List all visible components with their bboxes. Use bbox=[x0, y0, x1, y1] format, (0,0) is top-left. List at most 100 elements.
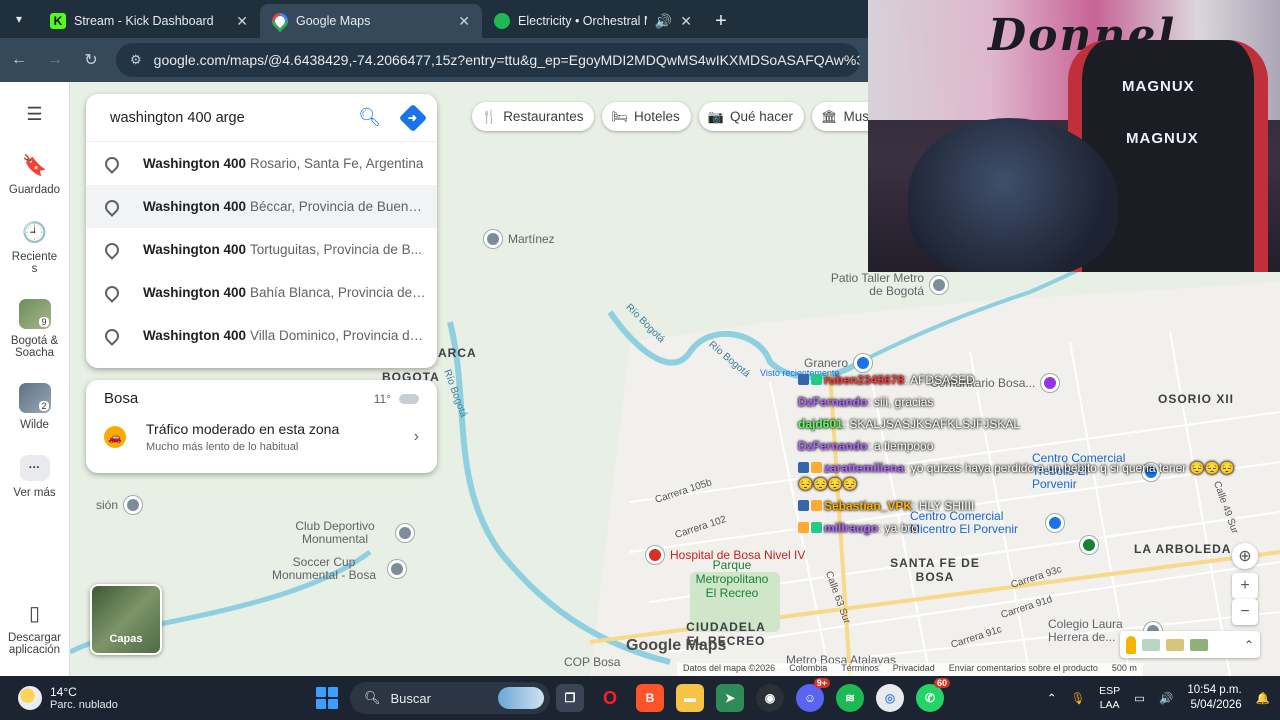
taskbar-search[interactable]: 🔍︎ Buscar bbox=[350, 682, 550, 714]
place-pin-icon bbox=[484, 230, 502, 248]
lang-bottom: LAA bbox=[1099, 699, 1120, 711]
badge-icon bbox=[811, 522, 822, 533]
chat-username: DzFernando bbox=[798, 439, 868, 453]
rail-download-app[interactable]: ▯ Descargar aplicación bbox=[0, 601, 70, 656]
place-pin-icon bbox=[104, 328, 116, 344]
close-icon[interactable]: ✕ bbox=[680, 13, 692, 30]
search-row: 🔍︎ ➜ bbox=[86, 94, 437, 142]
zoom-out-button[interactable]: − bbox=[1232, 599, 1258, 625]
temperature: 11° bbox=[373, 391, 391, 406]
network-icon[interactable]: ▭ bbox=[1134, 691, 1145, 705]
rail-saved[interactable]: 🔖 Guardado bbox=[0, 153, 70, 196]
whatsapp-icon[interactable]: ✆ 60 bbox=[916, 678, 950, 712]
chat-message: dajd601: SKALJSASJKSAFKLSJFJSKAL bbox=[798, 416, 1238, 432]
directions-icon[interactable]: ➜ bbox=[398, 103, 428, 132]
map-type-thumbnail[interactable] bbox=[1166, 638, 1184, 651]
search-icon[interactable]: 🔍︎ bbox=[358, 107, 381, 128]
poi-martinez[interactable]: Martínez bbox=[484, 230, 555, 248]
back-icon[interactable]: ← bbox=[8, 51, 30, 69]
menu-icon[interactable]: ☰ bbox=[26, 104, 42, 125]
rail-recents[interactable]: 🕘 Recientes bbox=[10, 220, 60, 275]
chip-hotels[interactable]: 🛏 Hoteles bbox=[602, 102, 691, 131]
terms-link[interactable]: Términos bbox=[841, 663, 879, 676]
chevron-up-icon[interactable]: ⌃ bbox=[1244, 638, 1254, 652]
suggestion-item[interactable]: Washington 400 Béccar, Provincia de Bueno… bbox=[86, 185, 437, 228]
street-view-pegman-icon[interactable] bbox=[1126, 635, 1136, 654]
hospital-icon bbox=[646, 546, 664, 564]
traffic-row[interactable]: 🚗 Tráfico moderado en esta zona Mucho má… bbox=[86, 407, 437, 453]
tab-kick[interactable]: K Stream - Kick Dashboard ✕ bbox=[38, 4, 260, 38]
rail-bogota[interactable]: 9 Bogotá & Soacha bbox=[0, 299, 70, 359]
poi-soccer-cup[interactable]: Soccer Cup Monumental - Bosa bbox=[266, 556, 406, 582]
clock[interactable]: 10:54 p.m. 5/04/2026 bbox=[1187, 683, 1241, 713]
address-bar[interactable]: ⚙ google.com/maps/@4.6438429,-74.2066477… bbox=[116, 43, 860, 77]
suggestion-main: Washington 400 bbox=[143, 285, 247, 300]
chip-things-to-do[interactable]: 📷 Qué hacer bbox=[698, 102, 805, 131]
poi-patio-taller[interactable]: Patio Taller Metro de Bogotá bbox=[824, 272, 948, 298]
suggestion-item[interactable]: Washington 400 Rosario, Santa Fe, Argenti… bbox=[86, 142, 437, 185]
my-location-icon[interactable]: ⊕ bbox=[1232, 543, 1258, 569]
chat-message: Sebastian_VPK: HLY SHIIII bbox=[798, 498, 1238, 514]
spotify-icon[interactable]: ≋ bbox=[836, 684, 864, 712]
suggestion-main: Washington 400 bbox=[143, 242, 247, 257]
close-icon[interactable]: ✕ bbox=[458, 13, 470, 30]
reload-icon[interactable]: ↻ bbox=[80, 50, 102, 70]
suggestion-item[interactable]: Washington 400 Tortuguitas, Provincia de … bbox=[86, 228, 437, 271]
tab-google-maps[interactable]: Google Maps ✕ bbox=[260, 4, 482, 38]
site-settings-icon[interactable]: ⚙ bbox=[130, 52, 142, 68]
place-pin-icon bbox=[104, 156, 116, 172]
map-type-thumbnail[interactable] bbox=[1190, 638, 1208, 651]
opera-icon[interactable]: O bbox=[596, 684, 624, 712]
new-tab-button[interactable]: + bbox=[704, 4, 738, 38]
weather-text: 14°C Parc. nublado bbox=[50, 685, 118, 711]
chat-text: : AFDSASED bbox=[904, 373, 975, 387]
tab-spotify[interactable]: Electricity • Orchestral Manc 🔊 ✕ bbox=[482, 4, 704, 38]
fork-knife-icon: 🍴 bbox=[481, 108, 498, 124]
chevron-up-icon[interactable]: ⌃ bbox=[1047, 691, 1057, 705]
rail-wilde[interactable]: 2 Wilde bbox=[0, 383, 70, 431]
region-link[interactable]: Colombia bbox=[789, 663, 827, 676]
scale-label: 500 m bbox=[1111, 663, 1137, 673]
discord-icon[interactable]: ☺ 9+ bbox=[796, 678, 830, 712]
suggestion-detail: Bahía Blanca, Provincia de ... bbox=[250, 285, 427, 300]
chevron-right-icon[interactable]: › bbox=[414, 428, 419, 446]
brave-icon[interactable]: B bbox=[636, 684, 664, 712]
chrome-icon[interactable]: ◎ bbox=[876, 684, 904, 712]
tab-search-menu-icon[interactable]: ▾ bbox=[0, 0, 38, 38]
badge-icon bbox=[811, 374, 822, 385]
url-text: google.com/maps/@4.6438429,-74.2066477,1… bbox=[153, 52, 860, 68]
windows-start-icon[interactable] bbox=[316, 687, 338, 709]
task-view-icon[interactable]: ❐ bbox=[556, 684, 584, 712]
forward-icon[interactable]: → bbox=[44, 51, 66, 69]
file-explorer-icon[interactable]: ▬ bbox=[676, 684, 704, 712]
app-icon[interactable]: ➤ bbox=[716, 684, 744, 712]
search-input[interactable] bbox=[110, 109, 359, 126]
poi-partial[interactable]: sión bbox=[96, 496, 143, 514]
close-icon[interactable]: ✕ bbox=[236, 13, 248, 30]
privacy-link[interactable]: Privacidad bbox=[893, 663, 935, 676]
bottom-map-controls: ⌃ bbox=[1120, 631, 1260, 658]
place-pin-icon bbox=[104, 199, 116, 215]
weather-widget[interactable]: 14°C Parc. nublado bbox=[0, 685, 300, 711]
suggestion-item[interactable]: Washington 400 Bahía Blanca, Provincia de… bbox=[86, 271, 437, 314]
badge-icon bbox=[798, 462, 809, 473]
zoom-in-button[interactable]: + bbox=[1232, 573, 1258, 599]
rail-more[interactable]: ··· Ver más bbox=[0, 455, 70, 499]
language-indicator[interactable]: ESP LAA bbox=[1099, 684, 1120, 712]
layers-button[interactable]: Capas bbox=[90, 584, 162, 655]
feedback-link[interactable]: Enviar comentarios sobre el producto bbox=[949, 663, 1098, 676]
poi-club-deportivo[interactable]: Club Deportivo Monumental bbox=[280, 520, 414, 546]
chip-restaurants[interactable]: 🍴 Restaurantes bbox=[472, 102, 595, 131]
poi-cop-bosa[interactable]: COP Bosa bbox=[564, 656, 620, 669]
area-info-card[interactable]: Bosa 11° 🚗 Tráfico moderado en esta zona… bbox=[86, 380, 437, 473]
suggestion-detail: Rosario, Santa Fe, Argentina bbox=[250, 156, 424, 171]
microphone-icon[interactable]: 🎙 bbox=[1071, 691, 1086, 705]
map-type-thumbnail[interactable] bbox=[1142, 638, 1160, 651]
suggestion-item[interactable]: Washington 400 Villa Dominico, Provincia … bbox=[86, 314, 437, 357]
weather-desc: Parc. nublado bbox=[50, 699, 118, 711]
obs-icon[interactable]: ◉ bbox=[756, 684, 784, 712]
volume-icon[interactable]: 🔊 bbox=[1159, 691, 1173, 705]
notifications-icon[interactable]: 🔔 bbox=[1256, 691, 1270, 705]
badge-icon bbox=[811, 500, 822, 511]
speaker-icon[interactable]: 🔊 bbox=[655, 13, 672, 30]
